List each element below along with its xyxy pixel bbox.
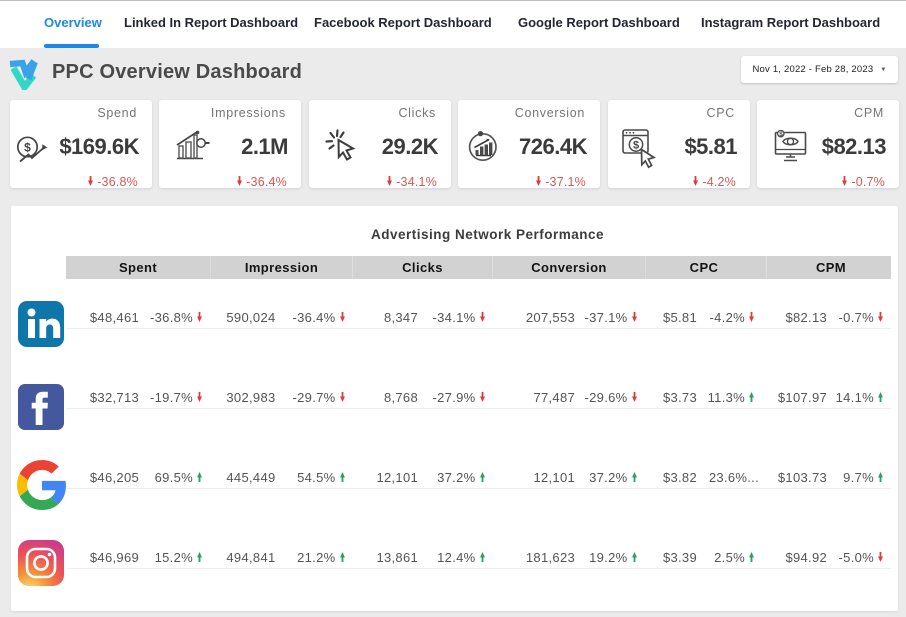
svg-text:$: $	[24, 141, 31, 155]
svg-text:$: $	[633, 140, 639, 152]
svg-text:$: $	[779, 131, 783, 138]
